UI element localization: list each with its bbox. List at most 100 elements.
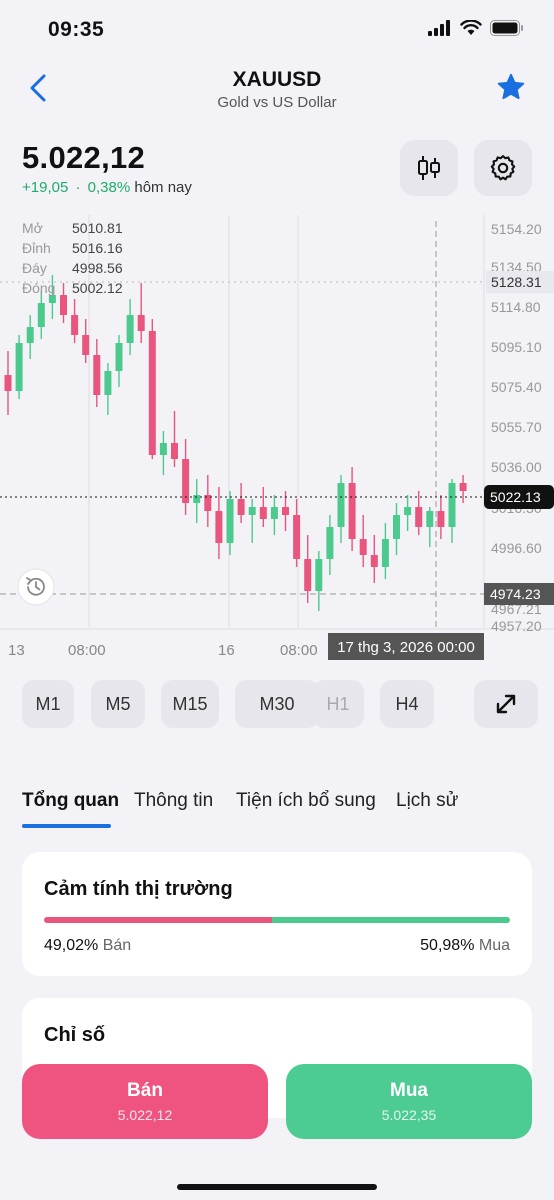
price-change-percent: 0,38%	[87, 179, 131, 196]
price-change-period: hôm nay	[134, 179, 192, 196]
candle-body	[426, 511, 434, 527]
candle-body	[315, 559, 323, 591]
candle-body	[159, 443, 167, 455]
crosshair-price-label: 4974.23	[490, 586, 541, 602]
candle-body	[304, 559, 312, 591]
detail-tabs: Tổng quan Thông tin Tiện ích bổ sung Lịc…	[0, 760, 554, 832]
symbol-subtitle: Gold vs US Dollar	[217, 94, 337, 111]
y-tick-label: 5055.70	[491, 419, 542, 435]
favorite-button[interactable]	[496, 72, 528, 104]
candle-body	[337, 483, 345, 527]
ohlc-value: 5002.12	[72, 280, 123, 296]
chart-type-button[interactable]	[400, 140, 458, 196]
ohlc-label: Đáy	[22, 260, 47, 276]
y-tick-label: 4957.20	[491, 618, 542, 634]
candle-body	[104, 371, 112, 395]
x-tick-label: 08:00	[68, 642, 106, 659]
candle-body	[259, 507, 267, 519]
sentiment-buy-label: Mua	[478, 937, 510, 954]
candle-body	[182, 459, 190, 503]
sentiment-bar	[44, 917, 510, 923]
ohlc-label: Mở	[22, 220, 43, 236]
sell-button[interactable]: Bán 5.022,12	[22, 1064, 268, 1139]
candle-body	[148, 331, 156, 455]
y-tick-label: 5036.00	[491, 459, 542, 475]
star-icon	[497, 73, 525, 100]
sentiment-buy: 50,98% Mua	[420, 937, 510, 955]
candle-body	[171, 443, 178, 459]
ohlc-open: Mở 5010.81	[22, 218, 123, 238]
sentiment-sell-label: Bán	[102, 937, 132, 954]
timeframe-selector: M1 M5 M15 M30 H1 H4	[22, 680, 542, 728]
ohlc-low: Đáy 4998.56	[22, 258, 123, 278]
buy-button[interactable]: Mua 5.022,35	[286, 1064, 532, 1139]
sentiment-sell-percent: 49,02%	[44, 937, 99, 954]
x-tick-label: 08:00	[280, 642, 318, 659]
candle-body	[282, 507, 289, 515]
sentiment-buy-fill	[272, 917, 510, 923]
sheet-divider	[0, 748, 554, 760]
ohlc-label: Đỉnh	[22, 240, 51, 256]
signal-icon	[428, 20, 450, 36]
tab-info[interactable]: Thông tin	[134, 790, 213, 812]
candle-body	[237, 499, 245, 515]
fullscreen-button[interactable]	[474, 680, 538, 728]
candle-body	[348, 483, 356, 539]
tab-history[interactable]: Lịch sử	[396, 790, 458, 812]
status-icons	[428, 20, 524, 36]
candle-body	[381, 539, 389, 567]
candle-body	[359, 539, 367, 555]
candle-body	[270, 507, 278, 519]
candle-body	[26, 327, 34, 343]
trade-bar: Bán 5.022,12 Mua 5.022,35	[0, 1052, 554, 1200]
timeframe-h1[interactable]: H1	[312, 680, 364, 728]
x-tick-label: 16	[218, 642, 235, 659]
candle-body	[326, 527, 334, 559]
tab-overview[interactable]: Tổng quan	[22, 790, 119, 812]
buy-button-price: 5.022,35	[381, 1107, 437, 1123]
current-price-label: 5022.13	[490, 489, 541, 505]
candle-body	[60, 295, 67, 315]
tab-addons[interactable]: Tiện ích bổ sung	[236, 790, 376, 812]
sentiment-sell-fill	[44, 917, 273, 923]
ohlc-value: 5016.16	[72, 240, 123, 256]
timeframe-h4[interactable]: H4	[380, 680, 434, 728]
candle-body	[448, 483, 456, 527]
chart-settings-button[interactable]	[474, 140, 532, 196]
sell-button-price: 5.022,12	[117, 1107, 173, 1123]
ohlc-value: 4998.56	[72, 260, 123, 276]
candle-body	[71, 315, 79, 335]
status-time: 09:35	[48, 18, 105, 41]
sentiment-card: Cảm tính thị trường 49,02% Bán 50,98% Mu…	[22, 852, 532, 976]
crosshair-time-label: 17 thg 3, 2026 00:00	[337, 639, 475, 656]
candle-body	[82, 335, 90, 355]
x-tick-label: 13	[8, 642, 25, 659]
candle-body	[93, 355, 101, 395]
y-tick-label: 5095.10	[491, 339, 542, 355]
home-indicator	[177, 1184, 377, 1190]
price-change-separator: ·	[75, 179, 81, 196]
buy-button-label: Mua	[390, 1080, 428, 1101]
timeframe-m30[interactable]: M30	[235, 680, 319, 728]
timeframe-m5[interactable]: M5	[91, 680, 145, 728]
ohlc-label: Đóng	[22, 280, 56, 296]
candle-body	[404, 507, 412, 515]
candle-body	[248, 507, 256, 515]
price-change: +19,05 · 0,38% hôm nay	[22, 179, 192, 196]
candle-body	[293, 515, 301, 559]
sentiment-buy-percent: 50,98%	[420, 937, 475, 954]
timeframe-m15[interactable]: M15	[161, 680, 219, 728]
ohlc-high: Đỉnh 5016.16	[22, 238, 123, 258]
high-marker-label: 5128.31	[491, 274, 542, 290]
current-price: 5.022,12	[22, 140, 146, 175]
candle-body	[37, 303, 45, 327]
candle-body	[459, 483, 467, 491]
candle-body	[193, 495, 201, 503]
candle-body	[415, 507, 423, 527]
y-tick-label: 5075.40	[491, 379, 542, 395]
nav-header: XAUUSD Gold vs US Dollar	[0, 62, 554, 122]
sentiment-title: Cảm tính thị trường	[44, 878, 233, 900]
timeframe-m1[interactable]: M1	[22, 680, 74, 728]
candle-body	[137, 315, 145, 331]
gear-icon	[490, 155, 516, 181]
